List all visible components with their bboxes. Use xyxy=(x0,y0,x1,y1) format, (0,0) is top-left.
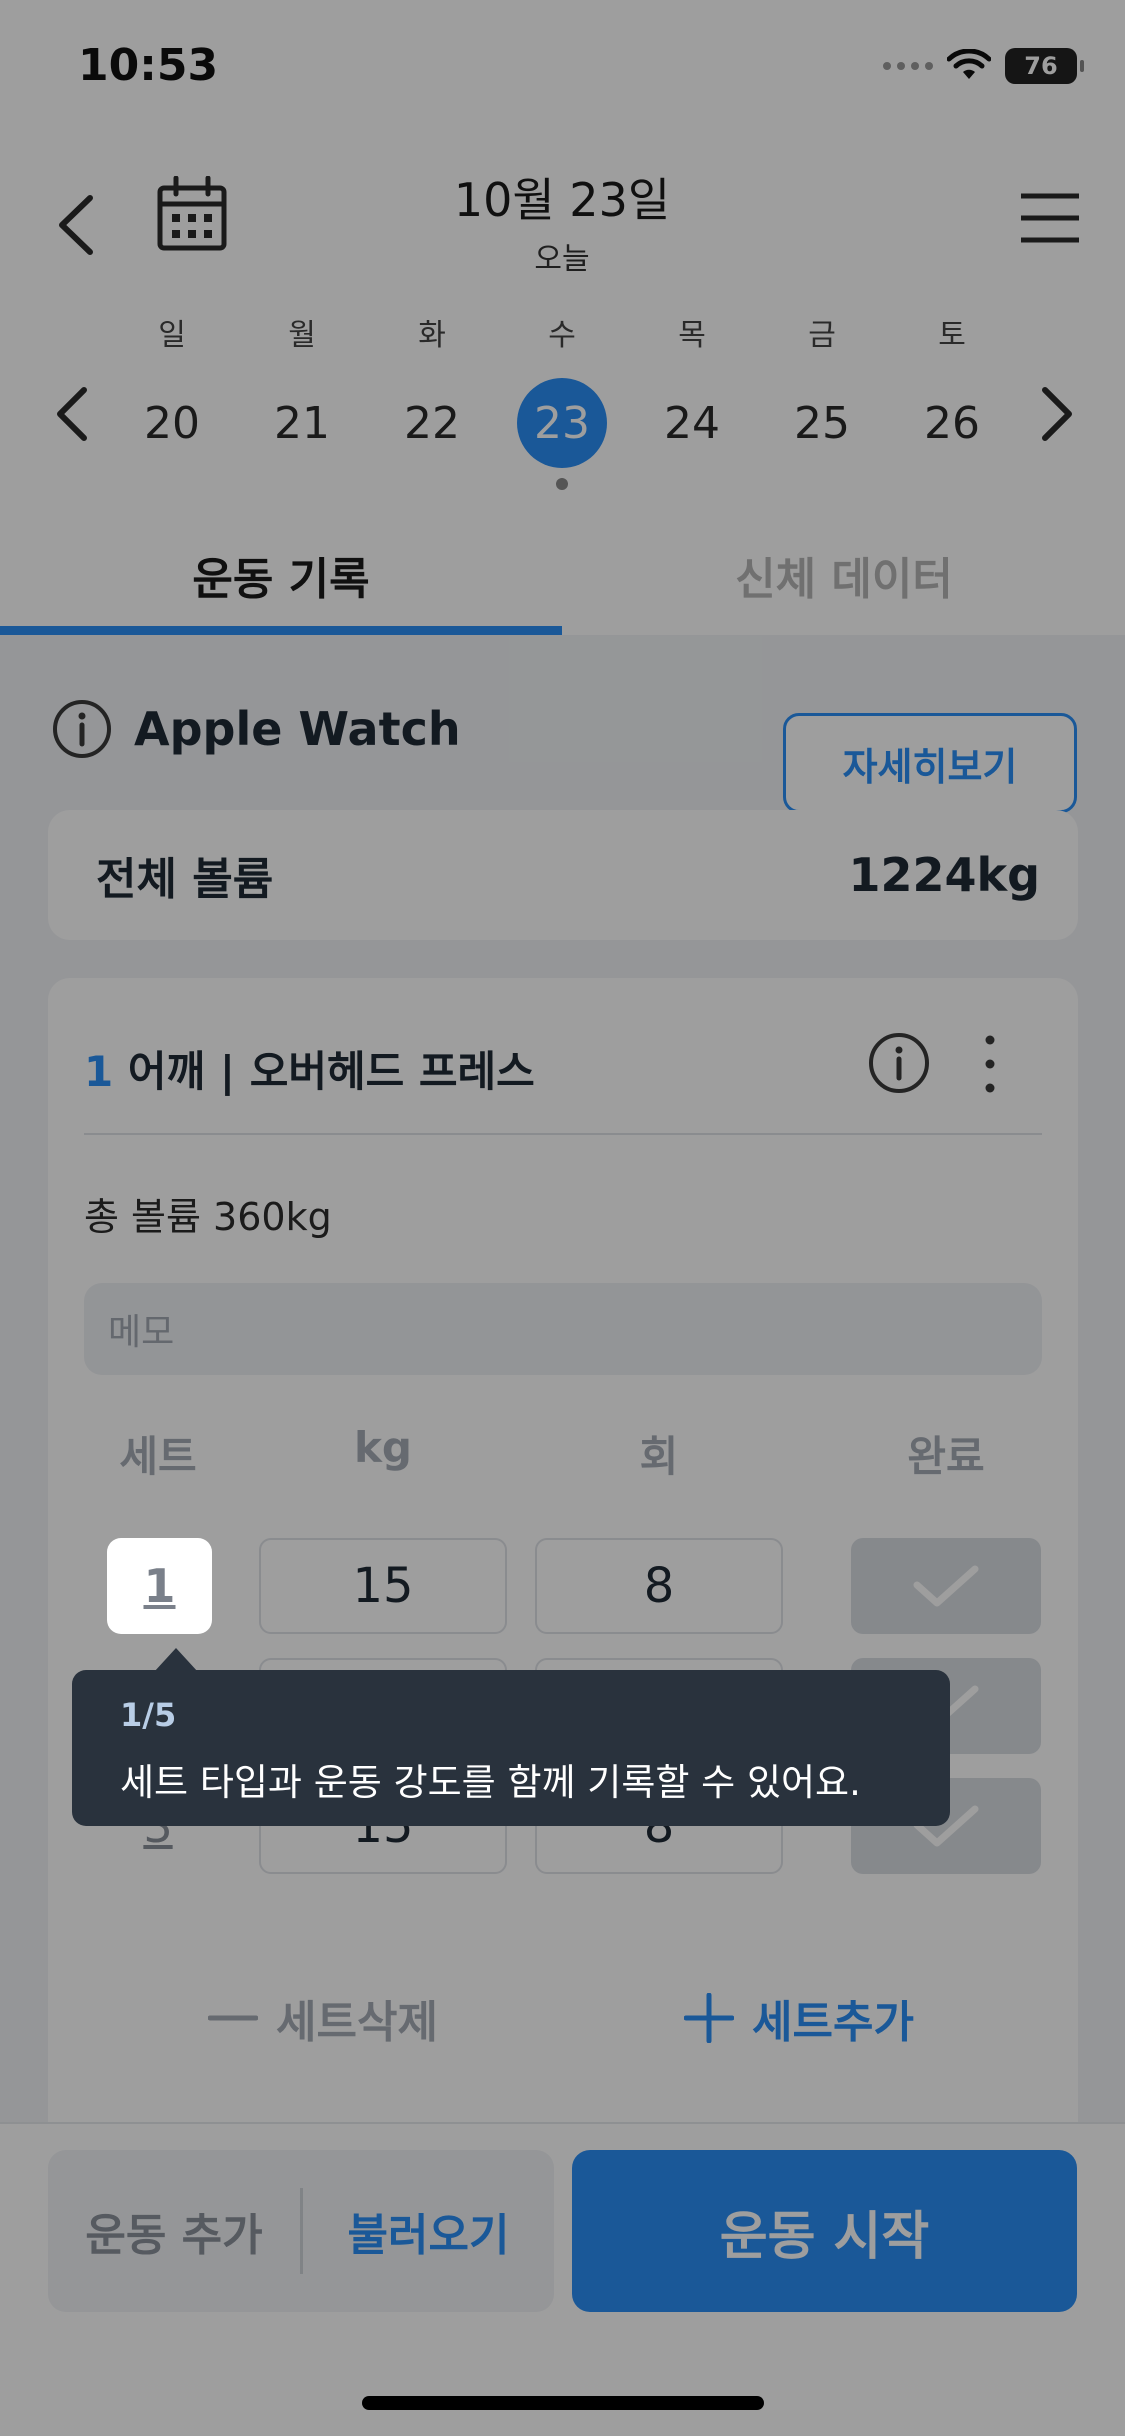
tooltip-text: 세트 타입과 운동 강도를 함께 기록할 수 있어요. xyxy=(120,1761,861,1804)
home-indicator xyxy=(362,2396,764,2410)
tooltip-step: 1/5 xyxy=(120,1696,177,1734)
coachmark-overlay[interactable] xyxy=(0,0,1125,2436)
coachmark-tooltip[interactable]: 1/5 세트 타입과 운동 강도를 함께 기록할 수 있어요. xyxy=(72,1648,950,1826)
coachmark-highlight-set-number[interactable]: 1 xyxy=(107,1538,212,1634)
